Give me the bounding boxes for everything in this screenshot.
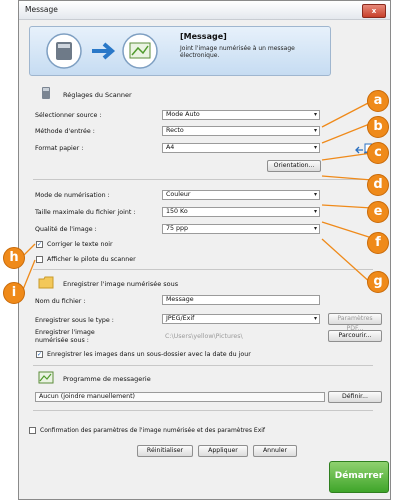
callout-marker-h: h bbox=[3, 247, 25, 269]
callout-marker-d: d bbox=[367, 174, 389, 196]
callout-lines bbox=[21, 100, 373, 293]
callout-marker-i: i bbox=[3, 282, 25, 304]
callout-marker-e: e bbox=[367, 201, 389, 223]
callout-marker-a: a bbox=[367, 90, 389, 112]
callout-marker-b: b bbox=[367, 116, 389, 138]
callout-marker-g: g bbox=[367, 271, 389, 293]
callout-marker-c: c bbox=[367, 142, 389, 164]
callout-marker-f: f bbox=[367, 232, 389, 254]
